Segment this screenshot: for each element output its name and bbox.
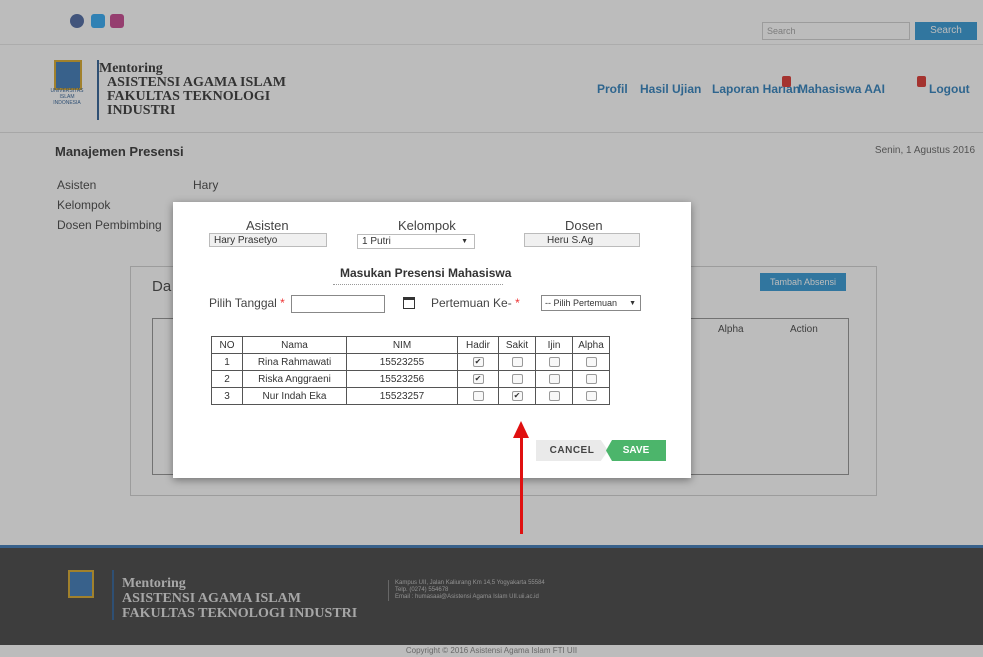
cell-sakit [498,353,536,371]
cell-hadir: ✔ [457,370,499,388]
cell-nim: 15523256 [346,370,458,388]
sakit-checkbox[interactable]: ✔ [511,390,523,401]
cell-ijin [535,353,573,371]
cell-no: 3 [211,387,243,405]
table-row: 2 Riska Anggraeni 15523256 ✔ [211,370,610,388]
ijin-checkbox[interactable] [548,390,560,401]
cell-nama: Riska Anggraeni [242,370,347,388]
meeting-select[interactable]: -- Pilih Pertemuan ▼ [541,295,641,311]
date-label: Pilih Tanggal * [209,296,285,310]
cell-alpha [572,370,610,388]
cell-sakit [498,370,536,388]
cell-nama: Rina Rahmawati [242,353,347,371]
sakit-checkbox[interactable] [511,356,523,367]
ijin-checkbox[interactable] [548,356,560,367]
col-hadir: Hadir [457,336,499,354]
col-no: NO [211,336,243,354]
cell-ijin [535,370,573,388]
col-alpha: Alpha [572,336,610,354]
alpha-checkbox[interactable] [585,356,597,367]
date-input[interactable] [291,295,385,313]
student-attendance-table: NO Nama NIM Hadir Sakit Ijin Alpha 1 Rina… [211,336,610,405]
cell-alpha [572,353,610,371]
hadir-checkbox[interactable] [472,390,484,401]
meeting-select-value: -- Pilih Pertemuan [545,298,618,308]
sakit-checkbox[interactable] [511,373,523,384]
cell-ijin [535,387,573,405]
hadir-checkbox[interactable]: ✔ [472,356,484,367]
cell-nim: 15523257 [346,387,458,405]
save-button[interactable]: SAVE [606,440,666,461]
attendance-modal: Asisten Hary Prasetyo Kelompok 1 Putri ▼… [173,202,691,478]
cell-nama: Nur Indah Eka [242,387,347,405]
date-label-text: Pilih Tanggal [209,296,277,310]
table-row: 1 Rina Rahmawati 15523255 ✔ [211,353,610,371]
kelompok-select-value: 1 Putri [362,236,391,247]
kelompok-select[interactable]: 1 Putri ▼ [357,234,475,249]
chevron-down-icon: ▼ [461,238,468,245]
cell-sakit: ✔ [498,387,536,405]
required-mark: * [515,296,520,310]
alpha-checkbox[interactable] [585,390,597,401]
alpha-checkbox[interactable] [585,373,597,384]
calendar-icon[interactable] [403,297,415,309]
modal-kelompok-label: Kelompok [398,218,456,233]
meeting-label: Pertemuan Ke- * [431,296,520,310]
annotation-arrow [520,436,523,534]
col-sakit: Sakit [498,336,536,354]
cell-no: 1 [211,353,243,371]
cell-alpha [572,387,610,405]
cell-no: 2 [211,370,243,388]
col-nama: Nama [242,336,347,354]
meeting-label-text: Pertemuan Ke- [431,296,512,310]
cell-nim: 15523255 [346,353,458,371]
modal-title: Masukan Presensi Mahasiswa [340,266,512,280]
modal-dosen-field: Heru S.Ag [524,233,640,247]
required-mark: * [280,296,285,310]
col-ijin: Ijin [535,336,573,354]
modal-dosen-label: Dosen [565,218,603,233]
col-nim: NIM [346,336,458,354]
cell-hadir: ✔ [457,353,499,371]
table-header-row: NO Nama NIM Hadir Sakit Ijin Alpha [211,336,610,354]
table-row: 3 Nur Indah Eka 15523257 ✔ [211,387,610,405]
cancel-button[interactable]: CANCEL [536,440,608,461]
modal-asisten-field: Hary Prasetyo [209,233,327,247]
modal-asisten-label: Asisten [246,218,289,233]
ijin-checkbox[interactable] [548,373,560,384]
title-underline [333,284,503,285]
hadir-checkbox[interactable]: ✔ [472,373,484,384]
cell-hadir [457,387,499,405]
chevron-down-icon: ▼ [629,300,636,307]
